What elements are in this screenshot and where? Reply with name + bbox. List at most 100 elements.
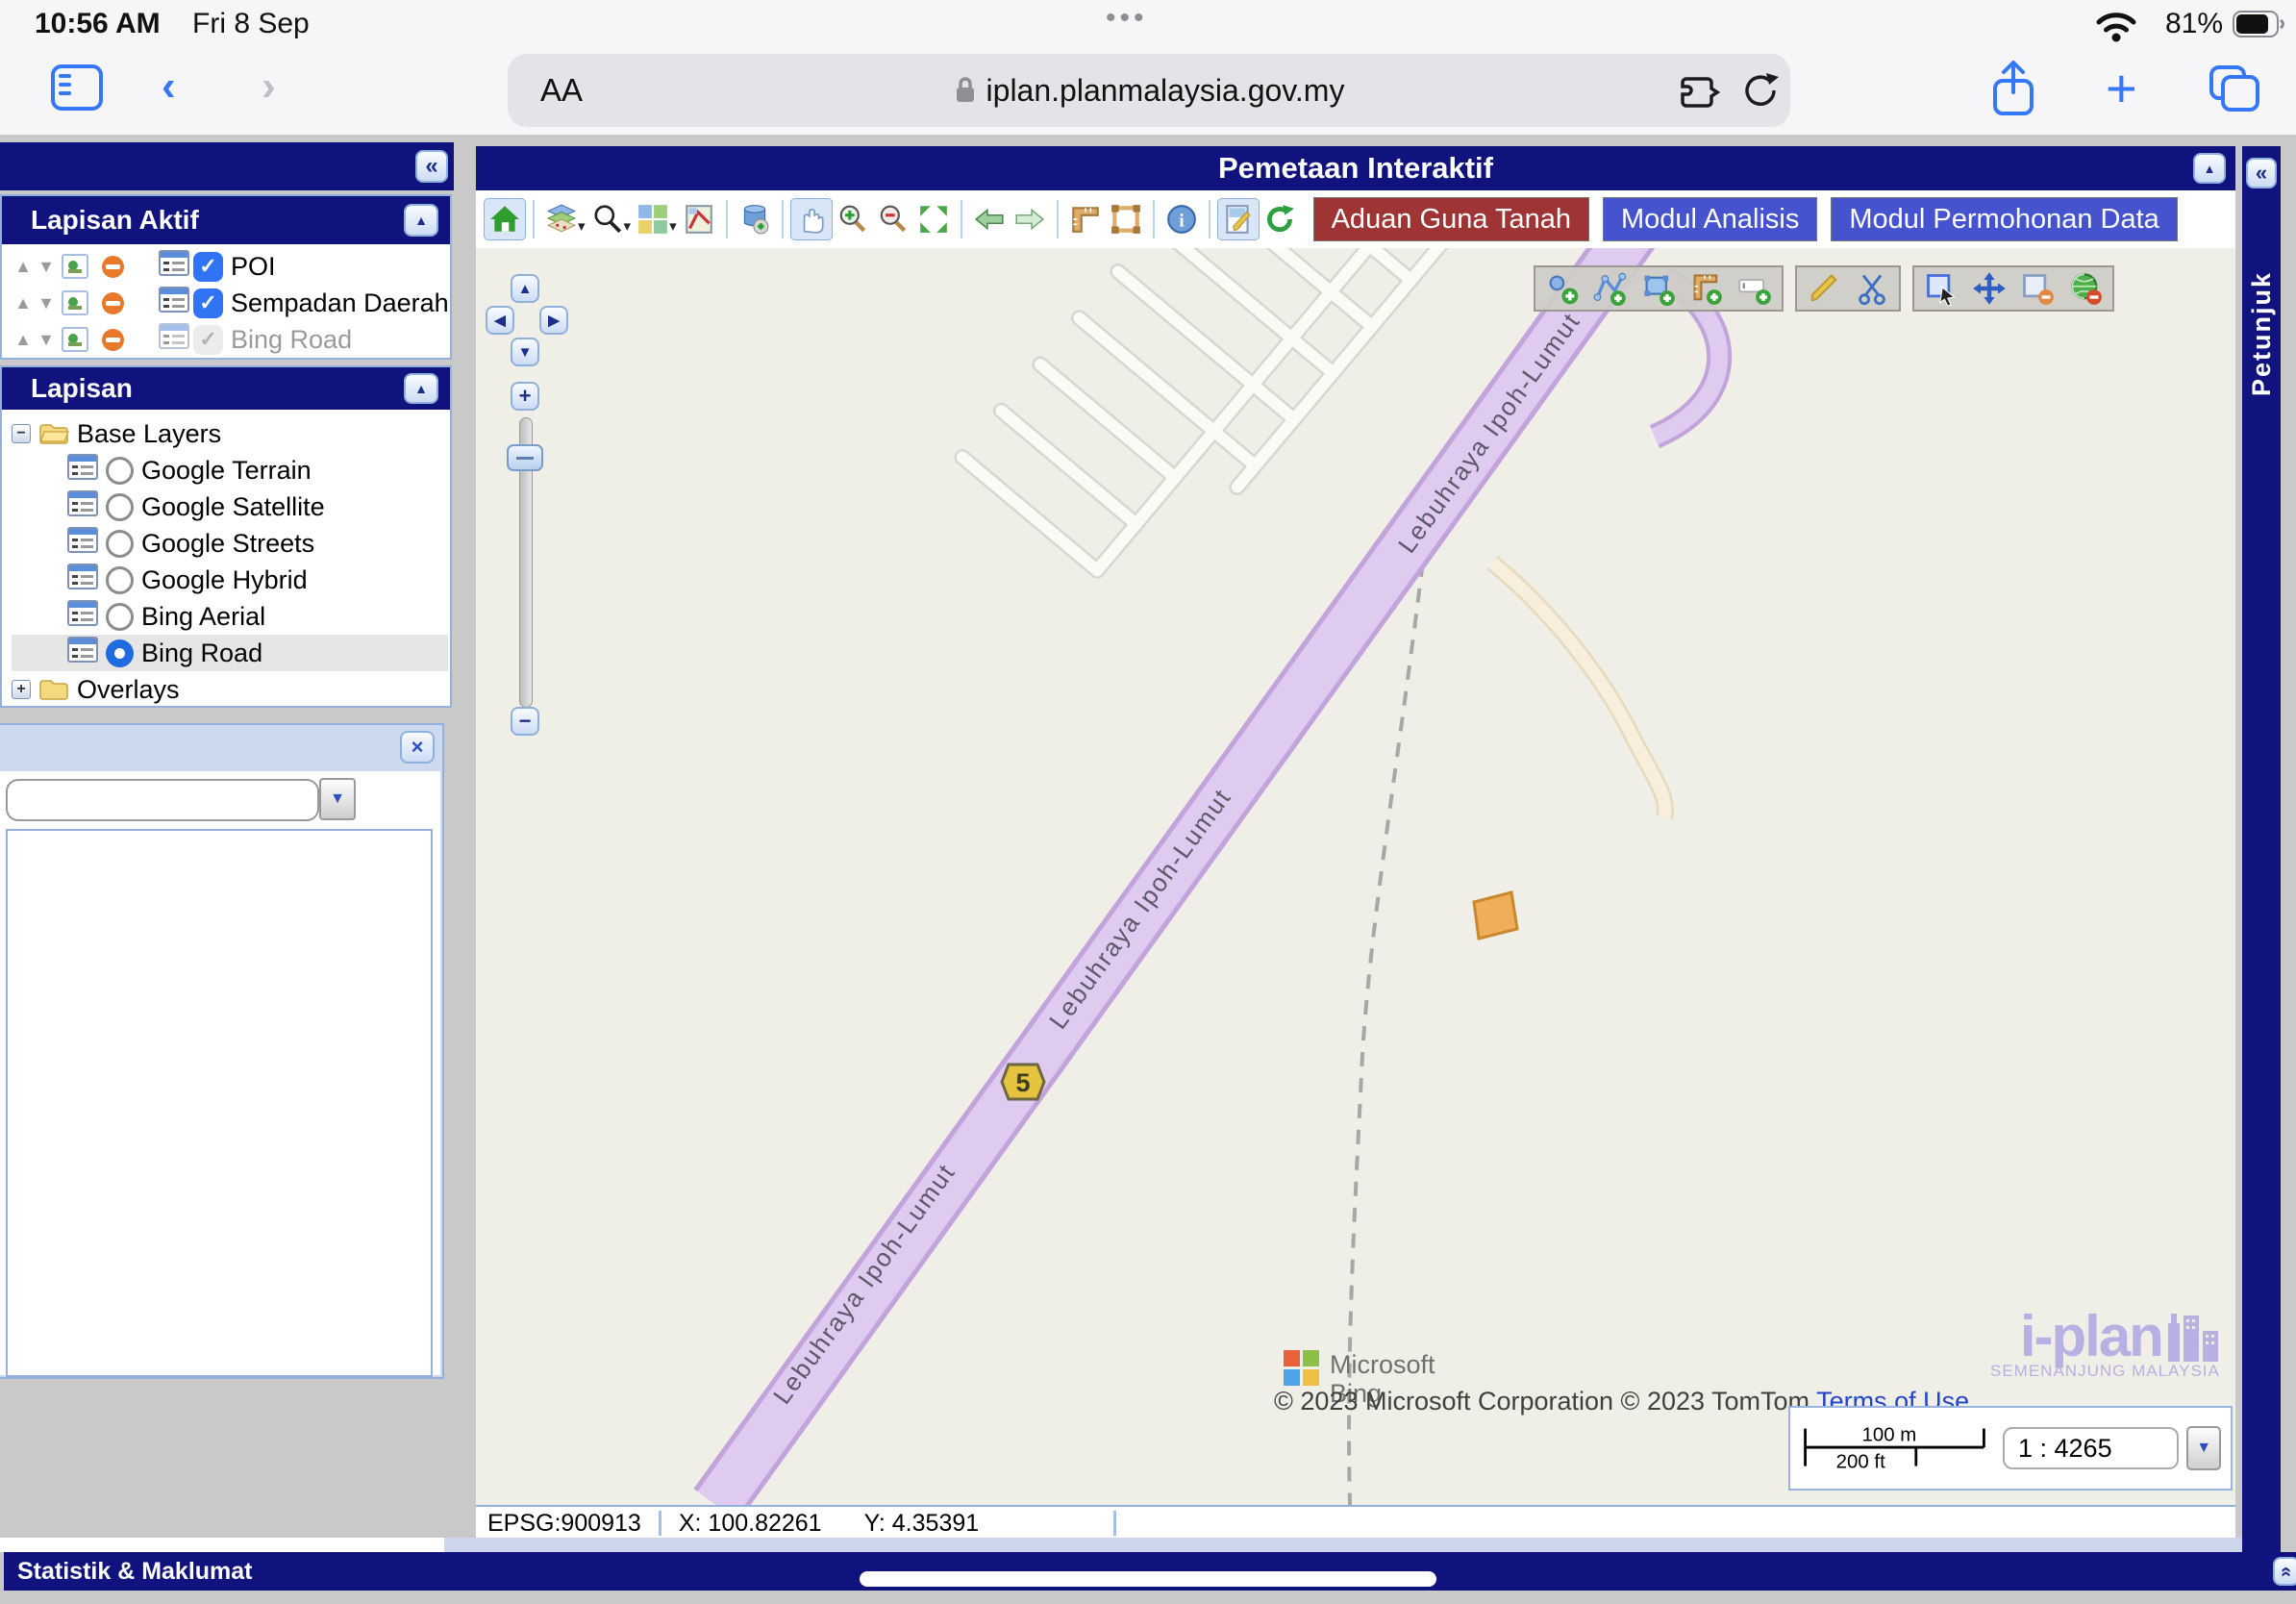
pan-tool-icon[interactable] (790, 198, 833, 240)
previous-extent-icon[interactable] (969, 199, 1010, 239)
new-tab-icon[interactable]: + (2106, 62, 2137, 115)
sidebar-toggle-icon[interactable] (50, 63, 104, 116)
tabs-icon[interactable] (2208, 63, 2261, 118)
pan-left-button[interactable]: ◀ (486, 306, 514, 335)
cut-scissors-icon[interactable] (1853, 269, 1891, 308)
legend-icon[interactable] (67, 600, 98, 633)
next-extent-icon[interactable] (1010, 199, 1050, 239)
base-layer-radio[interactable] (106, 457, 134, 485)
full-extent-icon[interactable] (913, 199, 954, 239)
dropdown-arrow-button[interactable]: ▼ (319, 778, 356, 820)
base-layer-radio-selected[interactable] (106, 639, 134, 667)
zoom-out-button[interactable]: − (511, 707, 539, 736)
pan-down-button[interactable]: ▼ (511, 338, 539, 366)
modul-permohonan-data-button[interactable]: Modul Permohonan Data (1831, 197, 2177, 241)
multitask-dots-icon[interactable]: ••• (1106, 2, 1148, 35)
aduan-guna-tanah-button[interactable]: Aduan Guna Tanah (1313, 197, 1589, 241)
expand-node-icon[interactable]: + (12, 680, 31, 699)
layer-thumbnail-icon[interactable] (62, 254, 88, 279)
base-layer-radio[interactable] (106, 493, 134, 521)
reload-icon[interactable] (1740, 69, 1781, 116)
remove-layer-icon[interactable] (102, 329, 124, 351)
move-up-icon[interactable]: ▲ (12, 293, 35, 313)
legend-icon[interactable] (67, 637, 98, 669)
unselect-feature-icon[interactable] (2018, 269, 2057, 308)
layer-checkbox[interactable]: ✓ (193, 252, 223, 282)
legend-icon[interactable] (67, 454, 98, 487)
legend-icon[interactable] (67, 490, 98, 523)
tab-petunjuk[interactable]: Petunjuk (2247, 271, 2277, 396)
pan-up-button[interactable]: ▲ (511, 274, 539, 303)
dropdown-caret-icon[interactable]: ▾ (624, 217, 632, 235)
home-indicator[interactable] (860, 1571, 1436, 1587)
clear-map-icon[interactable] (2066, 269, 2105, 308)
collapse-map-header-button[interactable]: ▲ (2193, 153, 2226, 184)
move-down-icon[interactable]: ▼ (35, 293, 58, 313)
move-up-icon[interactable]: ▲ (12, 330, 35, 350)
edit-pencil-icon[interactable] (1805, 269, 1843, 308)
scale-dropdown-button[interactable]: ▼ (2186, 1426, 2221, 1470)
base-layer-row[interactable]: Google Hybrid (12, 562, 450, 598)
move-down-icon[interactable]: ▼ (35, 330, 58, 350)
layer-thumbnail-icon[interactable] (62, 290, 88, 315)
add-dimension-icon[interactable] (1687, 269, 1726, 308)
collapse-node-icon[interactable]: − (12, 424, 31, 443)
move-feature-icon[interactable] (1970, 269, 2009, 308)
base-layer-row[interactable]: Bing Aerial (12, 598, 450, 635)
base-layer-row[interactable]: Google Streets (12, 525, 450, 562)
tree-node-overlays[interactable]: + Overlays (12, 671, 450, 708)
extensions-icon[interactable] (1679, 71, 1721, 116)
base-layer-row[interactable]: Google Terrain (12, 452, 450, 489)
layers-menu-icon[interactable] (541, 199, 582, 239)
home-extent-icon[interactable] (484, 198, 526, 240)
share-icon[interactable] (1988, 60, 2038, 124)
scale-ratio-value[interactable]: 1 : 4265 (2003, 1427, 2179, 1469)
base-layer-radio[interactable] (106, 603, 134, 631)
collapse-panel-button[interactable]: ▲ (404, 204, 438, 237)
base-layer-row-selected[interactable]: Bing Road (12, 635, 448, 671)
legend-icon[interactable] (67, 527, 98, 560)
select-feature-icon[interactable] (1922, 269, 1960, 308)
zoom-in-icon[interactable] (833, 199, 873, 239)
reader-text-size-button[interactable]: AA (540, 72, 583, 109)
remove-layer-icon[interactable] (102, 292, 124, 314)
base-layer-radio[interactable] (106, 530, 134, 558)
measure-distance-icon[interactable] (1065, 199, 1106, 239)
forward-button[interactable]: › (262, 65, 276, 108)
legend-icon[interactable] (159, 250, 189, 283)
add-line-icon[interactable] (1591, 269, 1630, 308)
url-bar[interactable]: AA iplan.planmalaysia.gov.my (508, 54, 1790, 127)
expand-statistik-button[interactable]: « (2273, 1557, 2296, 1586)
base-layer-radio[interactable] (106, 566, 134, 594)
legend-icon[interactable] (159, 287, 189, 319)
overview-map-icon[interactable] (679, 199, 719, 239)
close-icon[interactable]: × (400, 731, 435, 764)
add-polygon-icon[interactable] (1639, 269, 1678, 308)
legend-icon[interactable] (159, 323, 189, 356)
add-point-icon[interactable] (1543, 269, 1582, 308)
layer-thumbnail-icon[interactable] (62, 327, 88, 352)
modul-analisis-button[interactable]: Modul Analisis (1603, 197, 1817, 241)
zoom-slider-handle[interactable] (507, 444, 543, 471)
map-viewport[interactable]: Lebuhraya Ipoh-Lumut Lebuhraya Ipoh-Lumu… (476, 248, 2235, 1505)
dropdown-caret-icon[interactable]: ▾ (669, 217, 677, 235)
collapse-panel-button[interactable]: ▲ (404, 373, 438, 404)
base-layer-row[interactable]: Google Satellite (12, 489, 450, 525)
zoom-out-icon[interactable] (873, 199, 913, 239)
move-down-icon[interactable]: ▼ (35, 257, 58, 277)
measure-area-icon[interactable] (1106, 199, 1146, 239)
edit-map-icon[interactable] (1217, 198, 1260, 240)
identify-info-icon[interactable]: i (1161, 199, 1202, 239)
collapse-sidebar-button[interactable]: « (415, 150, 448, 183)
remove-layer-icon[interactable] (102, 256, 124, 278)
layer-checkbox[interactable]: ✓ (193, 288, 223, 318)
zoom-in-button[interactable]: + (511, 382, 539, 411)
save-data-icon[interactable] (735, 199, 775, 239)
pan-right-button[interactable]: ▶ (539, 306, 568, 335)
tree-node-base-layers[interactable]: − Base Layers (12, 415, 450, 452)
move-up-icon[interactable]: ▲ (12, 257, 35, 277)
add-label-icon[interactable] (1735, 269, 1774, 308)
expand-petunjuk-button[interactable]: « (2246, 158, 2277, 188)
refresh-icon[interactable] (1260, 199, 1300, 239)
legend-icon[interactable] (67, 564, 98, 596)
